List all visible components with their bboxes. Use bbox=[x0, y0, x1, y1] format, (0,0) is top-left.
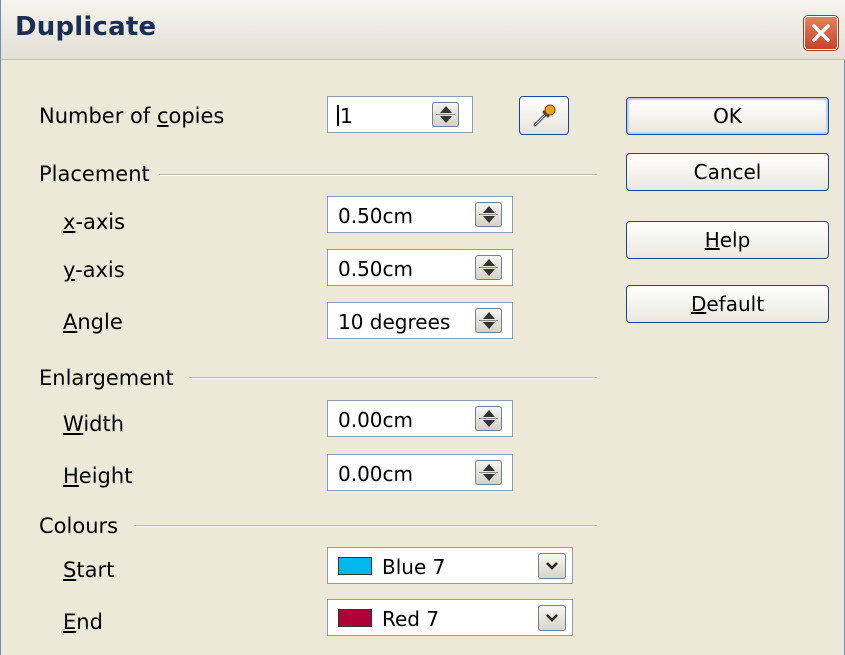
height-label: Height bbox=[63, 464, 132, 488]
height-field[interactable]: 0.00cm bbox=[327, 454, 513, 491]
width-label: Width bbox=[63, 412, 124, 436]
enlargement-heading: Enlargement bbox=[39, 366, 174, 390]
colours-heading: Colours bbox=[39, 514, 119, 538]
enlargement-divider bbox=[189, 377, 597, 379]
dialog-title: Duplicate bbox=[15, 12, 157, 42]
end-dropdown-button[interactable] bbox=[538, 605, 566, 631]
end-colour-select[interactable]: Red 7 bbox=[327, 599, 573, 636]
height-label-post: eight bbox=[78, 464, 133, 488]
height-label-mnemonic: H bbox=[63, 464, 79, 488]
angle-value: 10 degrees bbox=[338, 310, 451, 334]
start-dropdown-button[interactable] bbox=[538, 553, 566, 579]
start-label-post: tart bbox=[76, 558, 115, 582]
chevron-down-icon bbox=[546, 562, 558, 570]
placement-heading: Placement bbox=[39, 162, 150, 186]
x-axis-label-mnemonic: x bbox=[63, 210, 76, 234]
angle-field[interactable]: 10 degrees bbox=[327, 302, 513, 339]
title-bar[interactable]: Duplicate bbox=[1, 0, 845, 60]
start-colour-swatch bbox=[338, 557, 372, 575]
start-colour-label: Start bbox=[63, 558, 114, 582]
angle-label-mnemonic: A bbox=[63, 310, 78, 334]
spin-arrows-icon[interactable] bbox=[475, 202, 502, 227]
copies-label: Number of copies bbox=[39, 104, 224, 128]
close-button[interactable] bbox=[804, 16, 838, 50]
spin-arrows-icon[interactable] bbox=[475, 308, 502, 333]
start-colour-select[interactable]: Blue 7 bbox=[327, 547, 573, 584]
text-cursor bbox=[337, 105, 339, 126]
end-label-mnemonic: E bbox=[63, 610, 77, 634]
chevron-down-icon bbox=[546, 614, 558, 622]
help-mnemonic: H bbox=[704, 228, 720, 252]
spin-arrows-icon[interactable] bbox=[432, 102, 459, 127]
help-label-post: elp bbox=[719, 228, 751, 252]
colours-divider bbox=[134, 525, 597, 527]
eyedropper-icon bbox=[533, 104, 556, 126]
x-axis-label: x-axis bbox=[63, 210, 125, 234]
placement-divider bbox=[159, 174, 597, 176]
x-axis-label-post: -axis bbox=[75, 210, 126, 234]
height-value: 0.00cm bbox=[338, 462, 414, 486]
start-colour-value: Blue 7 bbox=[382, 555, 446, 579]
end-colour-label: End bbox=[63, 610, 103, 634]
spin-arrows-icon[interactable] bbox=[475, 460, 502, 485]
default-button[interactable]: Default bbox=[626, 285, 829, 323]
end-label-post: nd bbox=[76, 610, 103, 634]
close-icon bbox=[812, 24, 830, 42]
duplicate-dialog: Duplicate Number of copies 1 Placement x… bbox=[0, 0, 845, 655]
end-colour-swatch bbox=[338, 609, 372, 627]
angle-label-post: ngle bbox=[77, 310, 123, 334]
width-field[interactable]: 0.00cm bbox=[327, 400, 513, 437]
help-button[interactable]: Help bbox=[626, 221, 829, 259]
ok-button[interactable]: OK bbox=[626, 97, 829, 135]
width-value: 0.00cm bbox=[338, 408, 414, 432]
start-label-mnemonic: S bbox=[63, 558, 77, 582]
default-label-post: efault bbox=[706, 292, 765, 316]
copies-label-pre: Number of bbox=[39, 104, 157, 128]
y-axis-label-post: -axis bbox=[75, 258, 125, 282]
y-axis-label-mnemonic: y bbox=[63, 258, 76, 282]
y-axis-value: 0.50cm bbox=[338, 257, 414, 281]
x-axis-value: 0.50cm bbox=[338, 204, 414, 228]
spin-arrows-icon[interactable] bbox=[475, 406, 502, 431]
copies-label-mnemonic: c bbox=[156, 104, 169, 128]
default-mnemonic: D bbox=[690, 292, 707, 316]
y-axis-label: y-axis bbox=[63, 258, 125, 282]
cancel-button[interactable]: Cancel bbox=[626, 153, 829, 191]
end-colour-value: Red 7 bbox=[382, 607, 440, 631]
copies-label-post: opies bbox=[168, 104, 225, 128]
angle-label: Angle bbox=[63, 310, 123, 334]
y-axis-field[interactable]: 0.50cm bbox=[327, 249, 513, 286]
copies-spin-field[interactable]: 1 bbox=[327, 96, 473, 133]
width-label-mnemonic: W bbox=[63, 412, 84, 436]
width-label-post: idth bbox=[83, 412, 125, 436]
x-axis-field[interactable]: 0.50cm bbox=[327, 196, 513, 233]
copies-value: 1 bbox=[340, 104, 353, 128]
spin-arrows-icon[interactable] bbox=[475, 255, 502, 280]
select-object-button[interactable] bbox=[519, 96, 569, 135]
